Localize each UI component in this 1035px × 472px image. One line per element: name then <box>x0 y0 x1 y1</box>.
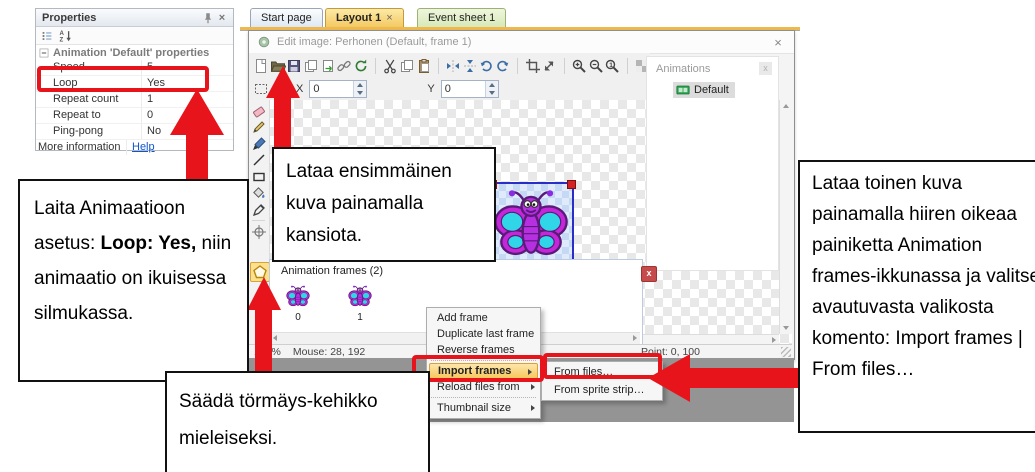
tab-close-icon[interactable]: × <box>386 9 392 28</box>
loop-arrow-shaft <box>186 133 208 180</box>
zoom-actual-icon[interactable]: 1 <box>604 56 621 75</box>
sort-az-icon[interactable]: AZ <box>59 29 73 43</box>
callout-collision: Säädä törmäys-kehikko mieleiseksi. <box>165 371 430 472</box>
x-input[interactable]: 0 <box>309 80 367 98</box>
pin-icon[interactable] <box>201 11 215 25</box>
link-icon[interactable] <box>336 56 353 75</box>
toolbar-separator <box>558 58 565 74</box>
eyedropper-tool-icon[interactable] <box>250 201 268 218</box>
callout-loop: Laita Animaatioon asetus: Loop: Yes, nii… <box>18 179 249 382</box>
import-arrow-shaft <box>688 368 798 388</box>
folder-arrow-head <box>266 66 300 98</box>
toolbar-separator <box>620 58 627 74</box>
svg-text:1: 1 <box>609 62 613 69</box>
submenu-arrow-icon <box>531 384 535 390</box>
tab-event-sheet-1[interactable]: Event sheet 1 <box>417 8 506 28</box>
rectangle-tool-icon[interactable] <box>250 168 268 185</box>
frame-thumbnail-0[interactable]: 0 <box>278 284 318 323</box>
loop-arrow-head <box>170 89 224 135</box>
properties-title-bar: Properties × <box>36 9 233 27</box>
dialog-title: Edit image: Perhonen (Default, frame 1) <box>277 36 471 48</box>
collision-arrow-shaft <box>255 308 272 372</box>
eraser-tool-icon[interactable] <box>250 102 268 119</box>
y-label: Y <box>427 83 434 95</box>
animations-panel: Animations x Default <box>646 56 779 271</box>
rotate-ccw-icon[interactable] <box>478 56 495 75</box>
properties-toolbar: AZ <box>36 27 233 45</box>
pencil-tool-icon[interactable] <box>250 119 268 136</box>
origin-tool-icon[interactable] <box>250 224 268 241</box>
image-selection[interactable] <box>490 182 574 266</box>
zoom-in-icon[interactable] <box>571 56 588 75</box>
categorized-view-icon[interactable] <box>40 29 54 43</box>
animations-title: Animations <box>656 63 710 75</box>
menu-item-add-frame[interactable]: Add frame <box>427 310 540 326</box>
resize-icon[interactable] <box>541 56 558 75</box>
import-frames-highlight-box <box>412 355 544 382</box>
reload-icon[interactable] <box>352 56 369 75</box>
properties-title: Properties <box>42 12 96 24</box>
folder-arrow-shaft <box>274 96 291 149</box>
butterfly-thumbnail <box>286 299 310 311</box>
animation-frames-title: Animation frames (2) <box>270 260 642 277</box>
tab-start-page[interactable]: Start page <box>250 8 323 28</box>
y-spinner[interactable] <box>485 81 498 97</box>
animation-strip-icon <box>676 83 690 97</box>
menu-item-duplicate-last-frame[interactable]: Duplicate last frame <box>427 326 540 342</box>
selection-handle[interactable] <box>567 180 576 189</box>
tab-layout-1[interactable]: Layout 1 × <box>325 8 404 28</box>
y-input[interactable]: 0 <box>441 80 499 98</box>
zoom-out-icon[interactable] <box>587 56 604 75</box>
brush-tool-icon[interactable] <box>250 135 268 152</box>
more-information-label: More information <box>36 140 126 155</box>
mouse-coords: Mouse: 28, 192 <box>293 346 365 358</box>
mirror-horizontal-icon[interactable] <box>445 56 462 75</box>
animations-close-icon[interactable]: x <box>759 62 772 75</box>
toolbar-separator <box>369 58 376 74</box>
image-toolbar: 1 <box>249 53 650 79</box>
cut-icon[interactable] <box>382 56 399 75</box>
toolbar-separator <box>432 58 439 74</box>
collision-arrow-head <box>247 277 281 310</box>
vertical-scrollbar[interactable] <box>779 100 793 334</box>
toolbar-separator <box>511 58 518 74</box>
properties-group-header[interactable]: Animation 'Default' properties <box>36 45 233 60</box>
resize-grip[interactable] <box>781 347 791 357</box>
screenshot-root: Properties × AZ Animation 'Default' prop… <box>0 0 1035 472</box>
fill-tool-icon[interactable] <box>250 185 268 202</box>
paste-icon[interactable] <box>415 56 432 75</box>
rotate-cw-icon[interactable] <box>495 56 512 75</box>
svg-text:Z: Z <box>59 36 63 43</box>
dialog-title-bar[interactable]: Edit image: Perhonen (Default, frame 1) … <box>249 31 794 54</box>
copy-image-icon[interactable] <box>303 56 320 75</box>
crop-icon[interactable] <box>524 56 541 75</box>
collapse-icon[interactable] <box>39 48 49 58</box>
menu-separator <box>431 397 536 398</box>
copy-icon[interactable] <box>399 56 416 75</box>
menu-item-thumbnail-size[interactable]: Thumbnail size <box>427 400 540 416</box>
animation-item-default[interactable]: Default <box>673 82 735 98</box>
callout-import: Lataa toinen kuva painamalla hiiren oike… <box>798 160 1035 433</box>
export-icon[interactable] <box>319 56 336 75</box>
help-link[interactable]: Help <box>132 141 155 153</box>
flip-vertical-icon[interactable] <box>462 56 479 75</box>
properties-close-icon[interactable]: × <box>215 11 229 25</box>
animations-header: Animations x <box>647 57 778 75</box>
butterfly-thumbnail <box>348 299 372 311</box>
from-files-highlight-box <box>543 353 662 379</box>
frames-close-button[interactable]: x <box>641 266 657 282</box>
callout-folder: Lataa ensimmäinen kuva painamalla kansio… <box>272 147 496 262</box>
x-spinner[interactable] <box>353 81 366 97</box>
coords-toolbar: X 0 Y 0 <box>249 78 646 101</box>
import-arrow-head <box>648 354 690 402</box>
submenu-arrow-icon <box>531 405 535 411</box>
frame-thumbnail-1[interactable]: 1 <box>340 284 380 323</box>
tool-separator <box>252 220 265 221</box>
edit-image-icon <box>257 35 271 49</box>
butterfly-image <box>493 185 569 261</box>
line-tool-icon[interactable] <box>250 152 268 169</box>
menu-item-from-sprite-strip[interactable]: From sprite strip… <box>542 381 662 399</box>
dialog-close-icon[interactable]: × <box>770 35 786 50</box>
